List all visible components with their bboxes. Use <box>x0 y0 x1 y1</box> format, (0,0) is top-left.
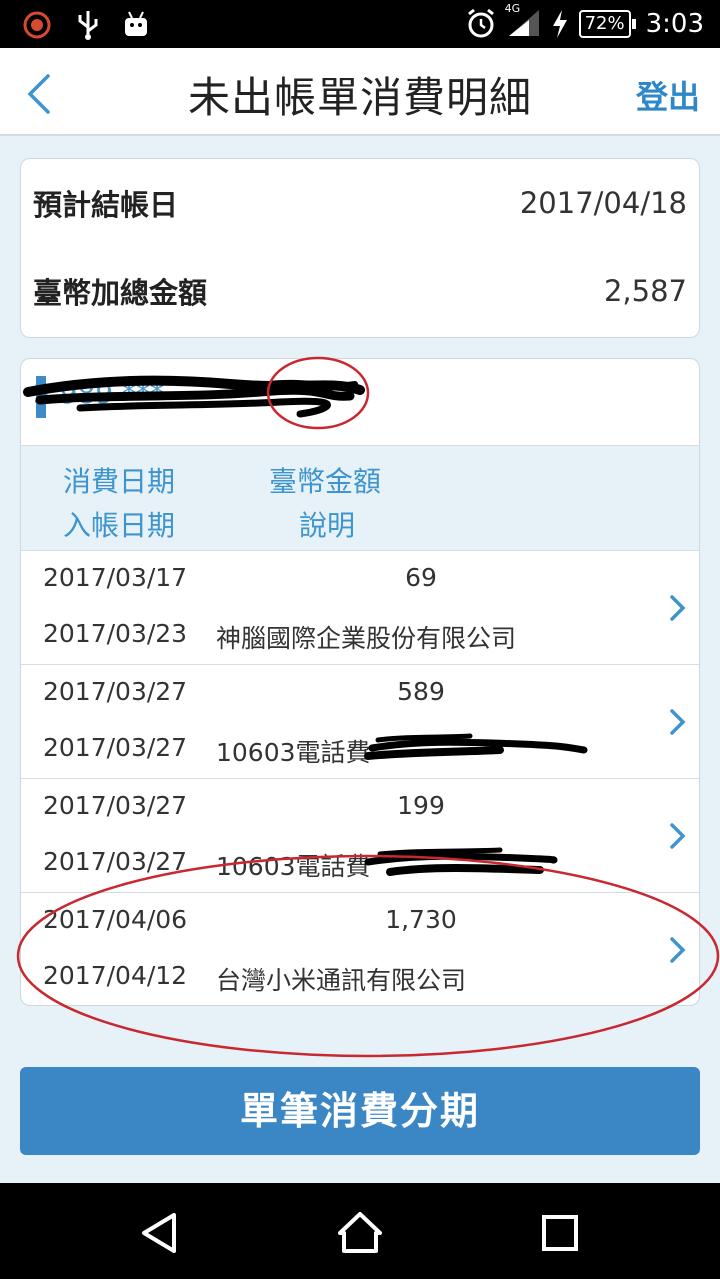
description: 神腦國際企業股份有限公司 <box>216 624 517 653</box>
amount: 589 <box>397 677 445 706</box>
total-amount-value: 2,587 <box>603 274 687 308</box>
system-nav-bar <box>0 1183 720 1279</box>
app-header: 未出帳單消費明細 登出 <box>0 48 720 136</box>
total-amount-label: 臺幣加總金額 <box>33 276 208 310</box>
chevron-right-icon <box>670 595 686 621</box>
battery-indicator: 72% <box>578 9 636 38</box>
app-notification-icon <box>23 11 51 39</box>
nav-home-icon[interactable] <box>336 1209 384 1257</box>
network-indicator: 4G <box>505 2 541 41</box>
description: 台灣小米通訊有限公司 <box>216 966 467 995</box>
transaction-row[interactable]: 2017/03/27 199 2017/03/27 10603電話費 <box>21 779 699 893</box>
nav-recents-icon[interactable] <box>536 1209 584 1257</box>
posting-date: 2017/03/27 <box>43 733 188 762</box>
purchase-date: 2017/04/06 <box>43 905 188 934</box>
billing-summary-card: 預計結帳日 2017/04/18 臺幣加總金額 2,587 <box>20 158 700 338</box>
description: 10603電話費 <box>216 852 371 881</box>
close-date-row: 預計結帳日 2017/04/18 <box>33 173 687 233</box>
posting-date: 2017/04/12 <box>43 961 188 990</box>
transaction-row[interactable]: 2017/03/17 69 2017/03/23 神腦國際企業股份有限公司 <box>21 551 699 665</box>
purchase-date: 2017/03/27 <box>43 677 188 706</box>
column-purchase-date: 消費日期 <box>63 465 176 498</box>
total-amount-row: 臺幣加總金額 2,587 <box>33 261 687 321</box>
column-posting-date: 入帳日期 <box>63 509 176 542</box>
chevron-right-icon <box>670 823 686 849</box>
description: 10603電話費 <box>216 738 371 767</box>
purchase-date: 2017/03/27 <box>43 791 188 820</box>
network-type: 4G <box>504 2 521 15</box>
clock: 3:03 <box>645 8 704 39</box>
amount: 1,730 <box>385 905 457 934</box>
battery-percent: 72% <box>578 9 631 38</box>
logout-button[interactable]: 登出 <box>636 72 700 118</box>
column-amount: 臺幣金額 <box>269 465 382 498</box>
amount: 69 <box>405 563 437 592</box>
chevron-right-icon <box>670 937 686 963</box>
transactions-card: 3 989 *** 消費日期 臺幣金額 入帳日期 說明 2017/03/17 6… <box>20 358 700 1006</box>
charging-icon <box>552 9 567 38</box>
android-debug-icon <box>125 11 147 36</box>
page-title: 未出帳單消費明細 <box>187 73 532 122</box>
transaction-row[interactable]: 2017/04/06 1,730 2017/04/12 台灣小米通訊有限公司 <box>21 893 699 1005</box>
transaction-row[interactable]: 2017/03/27 589 2017/03/27 10603電話費 <box>21 665 699 779</box>
alarm-icon <box>467 8 494 37</box>
single-installment-button[interactable]: 單筆消費分期 <box>20 1067 700 1155</box>
posting-date: 2017/03/27 <box>43 847 188 876</box>
close-date-label: 預計結帳日 <box>33 188 179 222</box>
purchase-date: 2017/03/17 <box>43 563 188 592</box>
chevron-right-icon <box>670 709 686 735</box>
close-date-value: 2017/04/18 <box>519 186 687 220</box>
column-header: 消費日期 臺幣金額 入帳日期 說明 <box>21 445 699 551</box>
card-number: 3 989 *** <box>33 377 165 410</box>
status-bar: 4G 72% 3:03 <box>0 0 720 48</box>
amount: 199 <box>397 791 445 820</box>
usb-icon <box>78 11 98 40</box>
column-description: 說明 <box>299 509 356 542</box>
nav-back-icon[interactable] <box>136 1209 184 1257</box>
posting-date: 2017/03/23 <box>43 619 188 648</box>
